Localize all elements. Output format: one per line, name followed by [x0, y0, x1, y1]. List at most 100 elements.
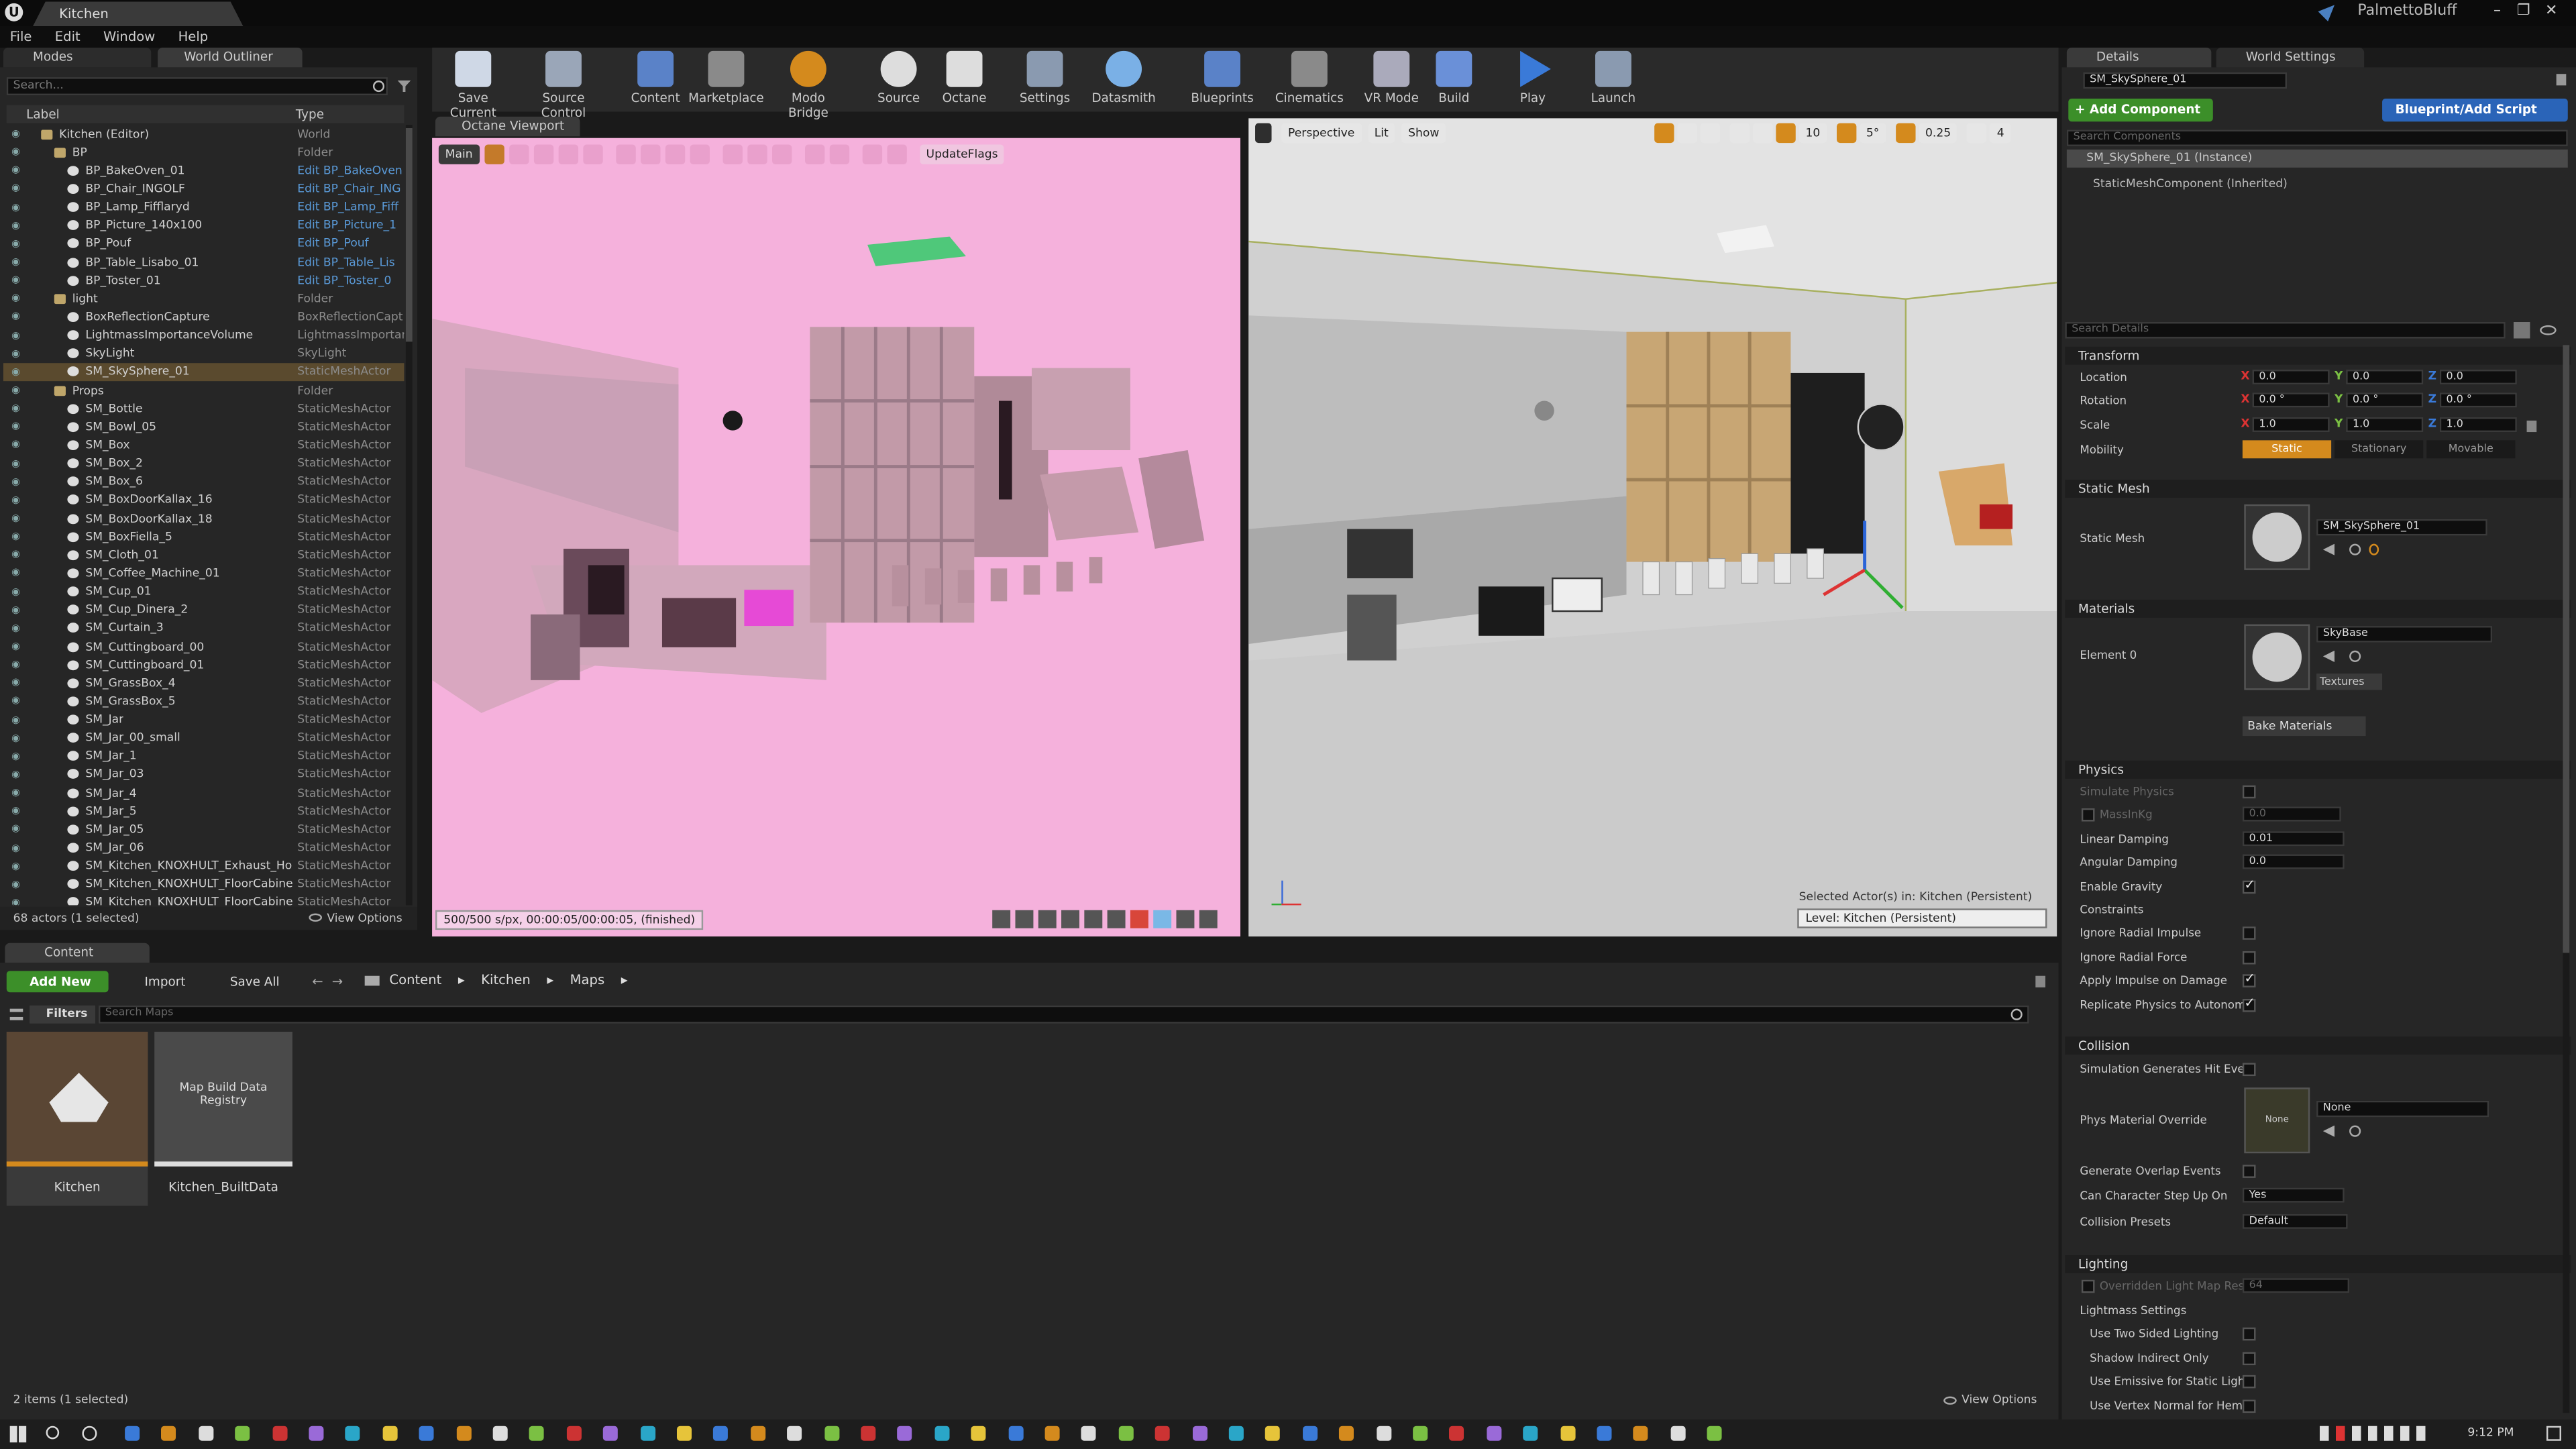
loc-x-field[interactable]: 0.0	[2252, 370, 2330, 385]
outliner-row[interactable]: ◉ SkyLight SkyLight	[3, 345, 405, 363]
taskbar-app-icon[interactable]	[529, 1426, 545, 1441]
outliner-row-type[interactable]: Edit BP_Toster_0	[297, 274, 404, 287]
tab-details[interactable]: Details	[2066, 48, 2212, 68]
camera-speed-icon[interactable]	[1967, 123, 1988, 144]
visibility-eye-icon[interactable]: ◉	[11, 531, 28, 542]
outliner-row[interactable]: ◉ LightmassImportanceVolume LightmassImpor…	[3, 326, 404, 344]
mesh-thumbnail[interactable]	[2244, 504, 2310, 570]
save-all-button[interactable]: Save All	[210, 971, 280, 992]
visibility-eye-icon[interactable]: ◉	[11, 568, 28, 579]
outliner-row[interactable]: ◉ SM_GrassBox_4 StaticMeshActor	[3, 674, 405, 692]
camera-speed-value[interactable]: 4	[1990, 123, 2011, 144]
outliner-row[interactable]: ◉ SM_Jar_03 StaticMeshActor	[3, 765, 405, 784]
octane-bottom-tool-5[interactable]	[1084, 910, 1103, 928]
taskbar-app-icon[interactable]	[934, 1426, 950, 1441]
octane-button[interactable]: Octane	[926, 48, 1002, 112]
phys-browse-icon[interactable]	[2349, 1125, 2361, 1137]
visibility-eye-icon[interactable]: ◉	[11, 366, 28, 378]
octane-stop-button[interactable]	[1130, 910, 1148, 928]
octane-bottom-tool-10[interactable]	[1199, 910, 1218, 928]
visibility-eye-icon[interactable]: ◉	[11, 861, 28, 872]
taskbar-app-icon[interactable]	[345, 1426, 361, 1441]
rot-x-field[interactable]: 0.0 °	[2252, 392, 2330, 408]
blueprints-button[interactable]: Blueprints	[1185, 48, 1260, 112]
component-inherited-row[interactable]: StaticMeshComponent (Inherited)	[2093, 177, 2288, 191]
taskbar-app-icon[interactable]	[1560, 1426, 1575, 1441]
loc-z-field[interactable]: 0.0	[2439, 370, 2517, 385]
visibility-eye-icon[interactable]: ◉	[11, 678, 28, 689]
octane-bottom-tool-9[interactable]	[1176, 910, 1195, 928]
taskbar-app-icon[interactable]	[640, 1426, 655, 1441]
visibility-eye-icon[interactable]: ◉	[11, 439, 28, 451]
section-materials[interactable]: Materials	[2065, 599, 2571, 618]
scale-label[interactable]: Scale	[2080, 419, 2110, 432]
taskbar-app-icon[interactable]	[1413, 1426, 1428, 1441]
octane-tool-8[interactable]	[689, 144, 710, 164]
visibility-eye-icon[interactable]: ◉	[11, 824, 28, 835]
forward-arrow-icon[interactable]: →	[332, 974, 343, 989]
outliner-scrollbar[interactable]	[405, 125, 413, 906]
taskbar-app-icon[interactable]	[971, 1426, 986, 1441]
outliner-row[interactable]: ◉ SM_Bottle StaticMeshActor	[3, 399, 405, 417]
visibility-eye-icon[interactable]: ◉	[11, 751, 28, 762]
taskbar-app-icon[interactable]	[309, 1426, 324, 1441]
search-icon[interactable]	[46, 1426, 60, 1440]
taskbar-app-icon[interactable]	[824, 1426, 839, 1441]
asset-kitchen[interactable]: Kitchen	[6, 1031, 148, 1206]
column-label[interactable]: Label	[26, 105, 60, 123]
rotation-label[interactable]: Rotation	[2080, 394, 2127, 408]
outliner-row[interactable]: ◉ SM_GrassBox_5 StaticMeshActor	[3, 692, 405, 710]
octane-viewport[interactable]: Main UpdateFlags 500/500 s/px, 00:00:05/…	[432, 138, 1240, 936]
visibility-eye-icon[interactable]: ◉	[11, 714, 28, 725]
outliner-row[interactable]: ◉ BP_Table_Lisabo_01 Edit BP_Table_Lis	[3, 253, 405, 271]
two-sided-lighting-checkbox[interactable]	[2242, 1327, 2256, 1341]
outliner-row[interactable]: ◉ SM_Cup_01 StaticMeshActor	[3, 582, 405, 600]
world-local-icon[interactable]	[1729, 123, 1750, 144]
maximize-button[interactable]: ❐	[2514, 1, 2533, 21]
visibility-eye-icon[interactable]: ◉	[11, 769, 28, 780]
cinematics-button[interactable]: Cinematics	[1272, 48, 1348, 112]
section-lighting[interactable]: Lighting	[2065, 1255, 2571, 1273]
lit-button[interactable]: Lit	[1367, 123, 1395, 144]
search-components-input[interactable]: Search Components	[2066, 129, 2568, 146]
taskbar-app-icon[interactable]	[1597, 1426, 1612, 1441]
emissive-static-checkbox[interactable]	[2242, 1375, 2256, 1389]
ignore-radial-force-checkbox[interactable]	[2242, 951, 2256, 965]
visibility-eye-icon[interactable]: ◉	[11, 623, 28, 634]
section-static-mesh[interactable]: Static Mesh	[2065, 480, 2571, 498]
modo-bridge-button[interactable]: Modo Bridge	[771, 48, 847, 120]
taskbar-app-icon[interactable]	[1376, 1426, 1391, 1441]
back-arrow-icon[interactable]: ←	[312, 974, 323, 989]
vertex-normal-checkbox[interactable]	[2242, 1399, 2256, 1413]
outliner-row[interactable]: ◉ SM_Kitchen_KNOXHULT_Exhaust_Ho StaticMes…	[3, 857, 405, 875]
taskbar-app-icon[interactable]	[898, 1426, 913, 1441]
notifications-icon[interactable]	[2546, 1426, 2561, 1441]
visibility-eye-icon[interactable]: ◉	[11, 128, 28, 140]
angular-damping-field[interactable]: 0.0	[2242, 854, 2345, 869]
outliner-row[interactable]: ◉ BP_Chair_INGOLF Edit BP_Chair_ING	[3, 180, 405, 198]
taskbar-app-icon[interactable]	[1155, 1426, 1171, 1441]
lock-icon[interactable]	[2556, 74, 2567, 86]
octane-tool-14[interactable]	[862, 144, 882, 164]
outliner-row[interactable]: ◉ SM_Box_6 StaticMeshActor	[3, 473, 405, 491]
settings-button[interactable]: Settings	[1007, 48, 1083, 112]
component-instance-row[interactable]: SM_SkySphere_01 (Instance)	[2066, 149, 2568, 168]
visibility-eye-icon[interactable]: ◉	[11, 421, 28, 433]
menu-window[interactable]: Window	[103, 30, 155, 44]
octane-tool-11[interactable]	[771, 144, 792, 164]
mesh-dropdown[interactable]: SM_SkySphere_01	[2316, 519, 2487, 536]
outliner-row[interactable]: ◉ SM_Jar_1 StaticMeshActor	[3, 747, 405, 765]
taskbar-app-icon[interactable]	[1302, 1426, 1318, 1441]
details-eye-icon[interactable]	[2540, 325, 2557, 335]
octane-tool-3[interactable]	[557, 144, 578, 164]
material-browse-icon[interactable]	[2349, 650, 2361, 662]
rot-z-field[interactable]: 0.0 °	[2439, 392, 2517, 408]
octane-bottom-tool-1[interactable]	[992, 910, 1011, 928]
mass-checkbox[interactable]	[2081, 808, 2095, 822]
cortana-icon[interactable]	[82, 1426, 97, 1441]
content-view-options[interactable]: View Options	[1962, 1393, 2037, 1407]
visibility-eye-icon[interactable]: ◉	[11, 348, 28, 360]
octane-tool-9[interactable]	[722, 144, 743, 164]
marketplace-button[interactable]: Marketplace	[688, 48, 764, 112]
taskbar-app-icon[interactable]	[161, 1426, 176, 1441]
